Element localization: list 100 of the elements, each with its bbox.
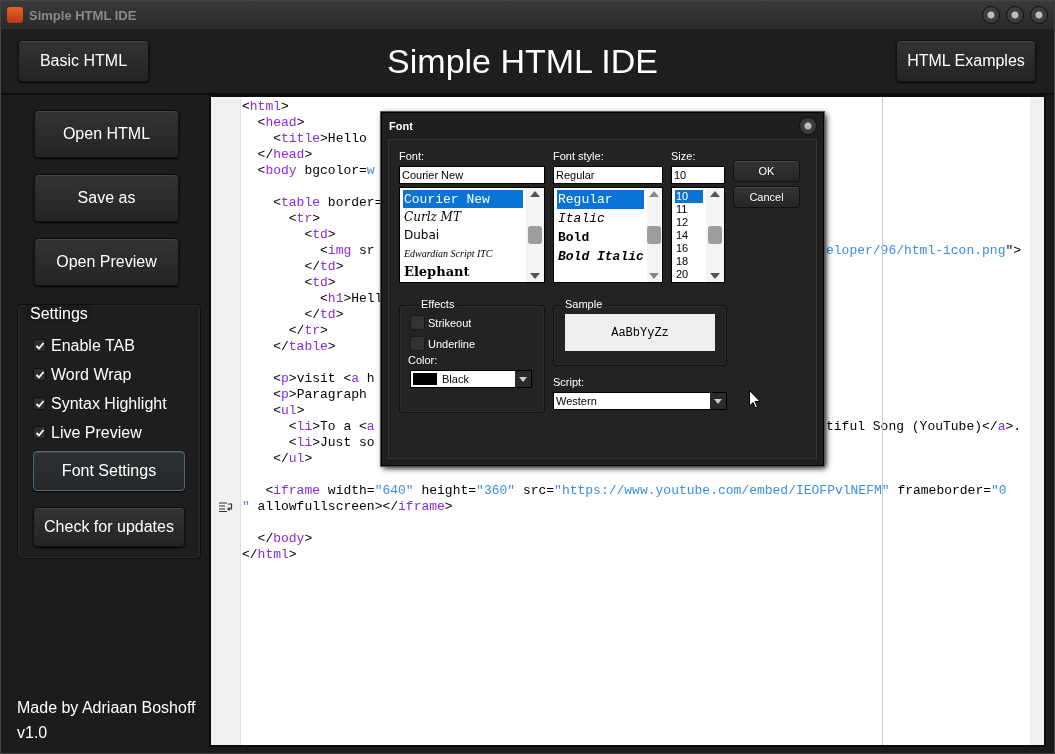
checkbox[interactable]	[33, 339, 46, 352]
list-item[interactable]: 12	[675, 216, 703, 229]
close-button[interactable]	[1030, 6, 1048, 24]
color-select[interactable]: Black	[410, 370, 532, 388]
basic-html-button[interactable]: Basic HTML	[18, 40, 149, 82]
scroll-up-icon[interactable]	[710, 191, 720, 197]
minimize-button[interactable]	[982, 6, 1000, 24]
sidebar-button[interactable]: Open HTML	[34, 110, 179, 158]
code-line: <body bgcolor=w	[256, 163, 375, 179]
code-line: <html>	[242, 99, 289, 115]
scroll-up-icon[interactable]	[649, 191, 660, 197]
script-select[interactable]: Western	[553, 392, 727, 410]
code-line: </ul>	[272, 451, 313, 467]
code-line: </body>	[256, 531, 313, 547]
code-line: <title>Hello	[272, 131, 367, 147]
font-field[interactable]: Courier New	[399, 166, 545, 184]
sidebar-button[interactable]: Open Preview	[34, 238, 179, 286]
checkmark-icon	[34, 398, 45, 409]
list-item[interactable]: 10	[675, 190, 703, 203]
list-item[interactable]: 16	[675, 242, 703, 255]
field-label: Font:	[399, 150, 425, 163]
scroll-thumb[interactable]	[528, 226, 542, 244]
checkbox-option[interactable]: Syntax Highlight	[33, 389, 200, 418]
code-line: <li>To a <a	[287, 419, 375, 435]
sidebar-button[interactable]: Save as	[34, 174, 179, 222]
checkbox[interactable]	[33, 397, 46, 410]
select-value: Western	[555, 395, 598, 407]
checkbox[interactable]	[33, 426, 46, 439]
code-line: <td>	[303, 227, 336, 243]
code-line: eloper/96/html-icon.png">	[826, 243, 1022, 259]
version-text: v1.0	[17, 723, 49, 743]
group-title: Effects	[418, 298, 458, 310]
checkbox-option[interactable]: Strikeout	[410, 312, 544, 333]
code-line: <p>visit <a h	[272, 371, 375, 387]
code-editor[interactable]	[209, 95, 1046, 747]
checkmark-icon	[34, 369, 45, 380]
settings-button[interactable]: Check for updates	[33, 507, 185, 547]
list-item[interactable]: Bold Italic	[557, 247, 644, 266]
list-item[interactable]: Curlz MT	[403, 208, 523, 226]
list-item[interactable]: Dubai	[403, 226, 523, 244]
close-button[interactable]	[799, 117, 817, 135]
size-field[interactable]: 10	[671, 166, 725, 184]
html-examples-button[interactable]: HTML Examples	[896, 40, 1036, 82]
list-item[interactable]: Regular	[557, 190, 644, 209]
group-title: Sample	[562, 298, 606, 310]
field-label: Size:	[671, 150, 696, 163]
window-title: Simple HTML IDE	[29, 7, 138, 23]
checkbox-option[interactable]: Underline	[410, 333, 544, 354]
scroll-down-icon[interactable]	[649, 273, 660, 279]
list-item[interactable]: 18	[675, 255, 703, 268]
scroll-thumb[interactable]	[708, 226, 722, 244]
code-line: </table>	[272, 339, 336, 355]
list-item[interactable]: Bold	[557, 228, 644, 247]
settings-button[interactable]: Font Settings	[33, 451, 185, 491]
code-line: <h1>Hell	[319, 291, 383, 307]
list-item[interactable]: Italic	[557, 209, 644, 228]
scroll-down-icon[interactable]	[530, 273, 540, 279]
dialog-title: Font	[389, 120, 413, 132]
checkbox[interactable]	[410, 336, 425, 351]
checkbox[interactable]	[33, 368, 46, 381]
credit-text: Made by Adriaan Boshoff	[17, 698, 197, 718]
code-line: <iframe width="640" height="360" src="https://www.youtube.com/embed/IEOFPvlNEFM" frameborder="0	[264, 483, 1007, 499]
checkbox[interactable]	[410, 315, 425, 330]
code-line: <img sr	[319, 243, 375, 259]
list-item[interactable]: Courier New	[403, 190, 523, 208]
scroll-up-icon[interactable]	[530, 191, 540, 197]
list-item[interactable]: 14	[675, 229, 703, 242]
code-line: </td>	[303, 307, 344, 323]
code-line: <p>Paragraph	[272, 387, 367, 403]
select-value: Black	[441, 373, 470, 385]
list-item[interactable]: Edwardian Script ITC	[403, 244, 523, 262]
field-label: Color:	[408, 354, 438, 367]
field-label: Font style:	[553, 150, 604, 163]
scroll-thumb[interactable]	[647, 226, 662, 244]
dialog-button[interactable]: Cancel	[733, 186, 800, 208]
checkmark-icon	[34, 427, 45, 438]
font-style-field[interactable]: Regular	[553, 166, 663, 184]
code-line: <li>Just so	[287, 435, 375, 451]
dialog-button[interactable]: OK	[733, 160, 800, 182]
list-item[interactable]: 11	[675, 203, 703, 216]
dropdown-caret-icon	[714, 398, 722, 404]
code-line: <tr>	[287, 211, 321, 227]
group-title: Settings	[27, 305, 91, 323]
word-wrap-icon	[218, 502, 233, 512]
list-item[interactable]: 20	[675, 268, 703, 281]
code-line: <ul>	[272, 403, 305, 419]
list-item[interactable]: Elephant	[403, 262, 523, 280]
maximize-button[interactable]	[1006, 6, 1024, 24]
code-line: </head>	[256, 147, 313, 163]
sample-text: AaBbYyZz	[565, 314, 715, 351]
checkbox-option[interactable]: Enable TAB	[33, 331, 200, 360]
dropdown-caret-icon	[519, 376, 527, 382]
code-line: </td>	[303, 259, 344, 275]
code-line: " allowfullscreen></iframe>	[242, 499, 453, 515]
mouse-pointer-icon	[749, 390, 761, 409]
checkbox-option[interactable]: Word Wrap	[33, 360, 200, 389]
app-heading: Simple HTML IDE	[387, 41, 658, 81]
scroll-down-icon[interactable]	[710, 273, 720, 279]
code-line: </html>	[242, 547, 297, 563]
checkbox-option[interactable]: Live Preview	[33, 418, 200, 447]
